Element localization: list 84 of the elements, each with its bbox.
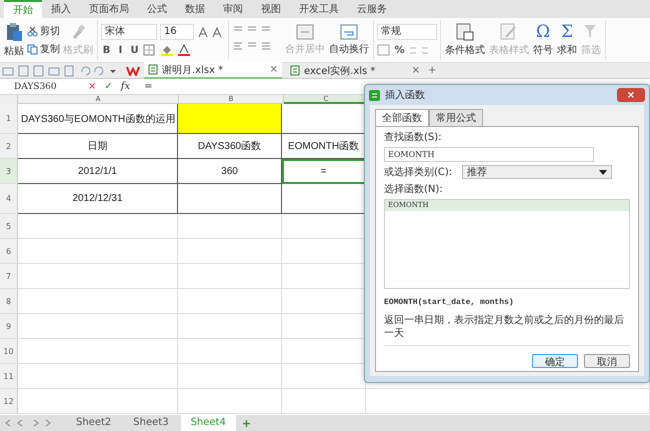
row-header[interactable]: 2 [0,134,18,159]
table-cell: 2012/1/1 [18,159,178,184]
function-list-label: 选择函数(N): [384,182,444,196]
document-tab[interactable]: 谢明月.xlsx * × [144,62,282,79]
menu-tab[interactable]: 开始 [4,0,42,18]
border-icon[interactable] [143,44,157,56]
clipboard-icon [4,22,24,42]
paste-button[interactable]: 粘贴 [3,22,25,58]
row-header[interactable]: 8 [0,289,18,314]
search-label: 查找函数(S): [384,130,443,144]
row-header[interactable]: 3 [0,159,18,184]
insert-function-button[interactable]: fx [120,81,130,92]
document-tab-label: excel实例.xls * [304,64,376,78]
document-tab[interactable]: excel实例.xls * × [286,63,424,78]
logo-icon[interactable] [126,66,140,76]
table-cell: DAYS360函数 [178,134,282,159]
number-format-select[interactable]: 常规 [377,24,437,40]
menu-tab[interactable]: 页面布局 [80,0,138,18]
spreadsheet-icon [290,65,300,76]
ribbon-button[interactable]: Σ 求和 [556,23,578,57]
copy-icon [27,44,38,54]
format-button[interactable]: I [115,44,126,56]
function-signature: EOMONTH(start_date, months) [384,298,515,307]
row-header[interactable]: 7 [0,264,18,289]
row-header[interactable]: 11 [0,364,18,389]
dialog-tab[interactable]: 常用公式 [429,109,483,126]
menu-tab[interactable]: 数据 [176,0,214,18]
conditional-format-icon [456,23,474,41]
cancel-button[interactable]: 取消 [584,354,630,368]
close-tab-button[interactable]: × [270,64,278,75]
table-cell: 2012/12/31 [18,184,178,214]
ribbon-button[interactable]: 条件格式 [444,23,486,57]
row-header[interactable]: 9 [0,314,18,339]
row-header[interactable]: 12 [0,389,18,414]
ribbon-button[interactable]: Ω 符号 [532,23,554,57]
caret-icon [599,170,608,174]
clipboard-button[interactable]: 复制 [27,42,60,56]
wrap-icon [340,24,358,40]
row-header[interactable]: 5 [0,214,18,239]
menu-tab[interactable]: 云服务 [348,0,396,18]
format-button[interactable]: U [129,44,140,56]
font-color-icon[interactable] [177,44,191,56]
sheet-tab[interactable]: Sheet3 [123,415,179,431]
search-field[interactable]: EOMONTH [384,147,594,162]
row-header[interactable]: 6 [0,239,18,264]
row-header[interactable]: 1 [0,104,18,134]
menu-tab[interactable]: 审阅 [214,0,252,18]
table-style-icon [500,23,518,41]
row-header[interactable]: 4 [0,184,18,214]
menu-tab[interactable]: 插入 [42,0,80,18]
menu-tab[interactable]: 开发工具 [290,0,348,18]
merge-icon [296,24,314,40]
close-button[interactable]: × [617,88,645,102]
confirm-button[interactable]: ✓ [104,81,113,92]
percent-button[interactable]: % [394,44,405,56]
table-cell: = [282,159,366,184]
category-label: 或选择类别(C): [384,166,452,179]
new-tab-button[interactable]: + [428,65,436,76]
function-description: 返回一串日期，表示指定月数之前或之后的月份的最后一天 [384,314,625,340]
select-all-corner[interactable] [0,95,18,104]
spreadsheet-icon [148,64,158,75]
scissors-icon [27,26,38,36]
row-header[interactable]: 10 [0,339,18,364]
format-button[interactable]: B [101,44,112,56]
name-box[interactable]: DAYS360 [0,82,80,92]
sheet-tab[interactable]: Sheet4 [180,415,236,431]
fill-color-icon[interactable] [160,44,174,56]
dialog-tab[interactable]: 全部函数 [375,109,429,126]
font-size-select[interactable]: 16 [160,24,194,40]
close-tab-button[interactable]: × [412,65,420,76]
table-cell: 360 [178,159,282,184]
menu-tab[interactable]: 视图 [252,0,290,18]
clipboard-button[interactable]: 剪切 [27,24,60,38]
category-select[interactable]: 推荐 [462,165,612,179]
wrap-text-button[interactable]: 自动换行 [328,24,370,56]
app-icon [369,90,380,100]
dialog-title: 插入函数 [385,88,426,102]
table-cell: 日期 [18,134,178,159]
document-tab-label: 谢明月.xlsx * [162,64,224,76]
sheet-tab[interactable]: Sheet2 [66,415,122,431]
menu-tab[interactable]: 公式 [138,0,176,18]
cancel-button[interactable]: × [88,81,96,92]
font-select[interactable]: 宋体 [101,24,157,40]
ok-button[interactable]: 确定 [532,354,578,368]
